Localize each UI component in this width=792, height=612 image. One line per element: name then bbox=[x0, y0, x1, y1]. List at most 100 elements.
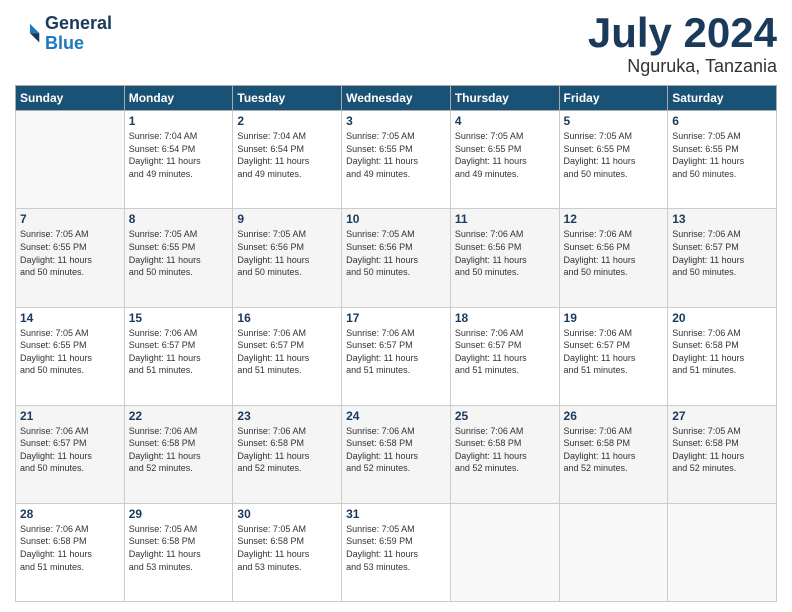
col-tuesday: Tuesday bbox=[233, 86, 342, 111]
cell-1-7: 6 Sunrise: 7:05 AM Sunset: 6:55 PM Daylig… bbox=[668, 111, 777, 209]
cell-2-2: 8 Sunrise: 7:05 AM Sunset: 6:55 PM Daylig… bbox=[124, 209, 233, 307]
day-number: 23 bbox=[237, 409, 337, 423]
day-info: Sunrise: 7:06 AM Sunset: 6:57 PM Dayligh… bbox=[20, 425, 120, 475]
day-info: Sunrise: 7:05 AM Sunset: 6:59 PM Dayligh… bbox=[346, 523, 446, 573]
calendar-table: Sunday Monday Tuesday Wednesday Thursday… bbox=[15, 85, 777, 602]
day-number: 24 bbox=[346, 409, 446, 423]
day-info: Sunrise: 7:05 AM Sunset: 6:55 PM Dayligh… bbox=[455, 130, 555, 180]
day-info: Sunrise: 7:05 AM Sunset: 6:55 PM Dayligh… bbox=[672, 130, 772, 180]
day-info: Sunrise: 7:05 AM Sunset: 6:58 PM Dayligh… bbox=[672, 425, 772, 475]
day-info: Sunrise: 7:04 AM Sunset: 6:54 PM Dayligh… bbox=[129, 130, 229, 180]
cell-5-4: 31 Sunrise: 7:05 AM Sunset: 6:59 PM Dayli… bbox=[342, 503, 451, 601]
day-info: Sunrise: 7:06 AM Sunset: 6:58 PM Dayligh… bbox=[672, 327, 772, 377]
day-number: 12 bbox=[564, 212, 664, 226]
day-number: 16 bbox=[237, 311, 337, 325]
cell-2-5: 11Sunrise: 7:06 AM Sunset: 6:56 PM Dayli… bbox=[450, 209, 559, 307]
col-monday: Monday bbox=[124, 86, 233, 111]
day-number: 2 bbox=[237, 114, 337, 128]
day-info: Sunrise: 7:05 AM Sunset: 6:55 PM Dayligh… bbox=[346, 130, 446, 180]
day-number: 18 bbox=[455, 311, 555, 325]
cell-1-1 bbox=[16, 111, 125, 209]
cell-1-2: 1Sunrise: 7:04 AM Sunset: 6:54 PM Daylig… bbox=[124, 111, 233, 209]
cell-4-3: 23 Sunrise: 7:06 AM Sunset: 6:58 PM Dayli… bbox=[233, 405, 342, 503]
cell-2-3: 9Sunrise: 7:05 AM Sunset: 6:56 PM Daylig… bbox=[233, 209, 342, 307]
calendar-page: General Blue July 2024 Nguruka, Tanzania… bbox=[0, 0, 792, 612]
col-thursday: Thursday bbox=[450, 86, 559, 111]
day-number: 14 bbox=[20, 311, 120, 325]
day-info: Sunrise: 7:05 AM Sunset: 6:55 PM Dayligh… bbox=[20, 228, 120, 278]
day-info: Sunrise: 7:06 AM Sunset: 6:58 PM Dayligh… bbox=[564, 425, 664, 475]
day-number: 15 bbox=[129, 311, 229, 325]
cell-3-3: 16Sunrise: 7:06 AM Sunset: 6:57 PM Dayli… bbox=[233, 307, 342, 405]
week-row-4: 21 Sunrise: 7:06 AM Sunset: 6:57 PM Dayli… bbox=[16, 405, 777, 503]
day-number: 8 bbox=[129, 212, 229, 226]
logo: General Blue bbox=[15, 14, 112, 54]
day-number: 29 bbox=[129, 507, 229, 521]
cell-2-4: 10 Sunrise: 7:05 AM Sunset: 6:56 PM Dayli… bbox=[342, 209, 451, 307]
day-info: Sunrise: 7:06 AM Sunset: 6:57 PM Dayligh… bbox=[564, 327, 664, 377]
cell-1-3: 2 Sunrise: 7:04 AM Sunset: 6:54 PM Daylig… bbox=[233, 111, 342, 209]
logo-icon bbox=[15, 20, 43, 48]
day-info: Sunrise: 7:05 AM Sunset: 6:58 PM Dayligh… bbox=[237, 523, 337, 573]
cell-3-7: 20 Sunrise: 7:06 AM Sunset: 6:58 PM Dayli… bbox=[668, 307, 777, 405]
day-number: 31 bbox=[346, 507, 446, 521]
header-row: Sunday Monday Tuesday Wednesday Thursday… bbox=[16, 86, 777, 111]
col-wednesday: Wednesday bbox=[342, 86, 451, 111]
day-number: 4 bbox=[455, 114, 555, 128]
day-info: Sunrise: 7:04 AM Sunset: 6:54 PM Dayligh… bbox=[237, 130, 337, 180]
day-info: Sunrise: 7:06 AM Sunset: 6:58 PM Dayligh… bbox=[129, 425, 229, 475]
day-number: 13 bbox=[672, 212, 772, 226]
day-number: 28 bbox=[20, 507, 120, 521]
title-section: July 2024 Nguruka, Tanzania bbox=[588, 10, 777, 77]
cell-4-7: 27Sunrise: 7:05 AM Sunset: 6:58 PM Dayli… bbox=[668, 405, 777, 503]
day-info: Sunrise: 7:06 AM Sunset: 6:58 PM Dayligh… bbox=[20, 523, 120, 573]
cell-4-4: 24 Sunrise: 7:06 AM Sunset: 6:58 PM Dayli… bbox=[342, 405, 451, 503]
day-info: Sunrise: 7:05 AM Sunset: 6:55 PM Dayligh… bbox=[564, 130, 664, 180]
cell-3-6: 19 Sunrise: 7:06 AM Sunset: 6:57 PM Dayli… bbox=[559, 307, 668, 405]
cell-2-6: 12 Sunrise: 7:06 AM Sunset: 6:56 PM Dayli… bbox=[559, 209, 668, 307]
day-number: 21 bbox=[20, 409, 120, 423]
day-info: Sunrise: 7:06 AM Sunset: 6:58 PM Dayligh… bbox=[237, 425, 337, 475]
day-number: 9 bbox=[237, 212, 337, 226]
calendar-title: July 2024 bbox=[588, 10, 777, 56]
cell-5-6 bbox=[559, 503, 668, 601]
col-saturday: Saturday bbox=[668, 86, 777, 111]
day-info: Sunrise: 7:06 AM Sunset: 6:56 PM Dayligh… bbox=[455, 228, 555, 278]
cell-1-4: 3 Sunrise: 7:05 AM Sunset: 6:55 PM Daylig… bbox=[342, 111, 451, 209]
day-info: Sunrise: 7:06 AM Sunset: 6:56 PM Dayligh… bbox=[564, 228, 664, 278]
cell-5-5 bbox=[450, 503, 559, 601]
cell-5-1: 28 Sunrise: 7:06 AM Sunset: 6:58 PM Dayli… bbox=[16, 503, 125, 601]
cell-3-1: 14Sunrise: 7:05 AM Sunset: 6:55 PM Dayli… bbox=[16, 307, 125, 405]
logo-text: General Blue bbox=[45, 14, 112, 54]
header: General Blue July 2024 Nguruka, Tanzania bbox=[15, 10, 777, 77]
day-info: Sunrise: 7:06 AM Sunset: 6:57 PM Dayligh… bbox=[129, 327, 229, 377]
day-info: Sunrise: 7:05 AM Sunset: 6:58 PM Dayligh… bbox=[129, 523, 229, 573]
day-info: Sunrise: 7:06 AM Sunset: 6:58 PM Dayligh… bbox=[455, 425, 555, 475]
day-number: 17 bbox=[346, 311, 446, 325]
cell-5-7 bbox=[668, 503, 777, 601]
cell-3-5: 18Sunrise: 7:06 AM Sunset: 6:57 PM Dayli… bbox=[450, 307, 559, 405]
week-row-1: 1Sunrise: 7:04 AM Sunset: 6:54 PM Daylig… bbox=[16, 111, 777, 209]
cell-3-2: 15 Sunrise: 7:06 AM Sunset: 6:57 PM Dayli… bbox=[124, 307, 233, 405]
day-number: 7 bbox=[20, 212, 120, 226]
cell-4-2: 22Sunrise: 7:06 AM Sunset: 6:58 PM Dayli… bbox=[124, 405, 233, 503]
week-row-3: 14Sunrise: 7:05 AM Sunset: 6:55 PM Dayli… bbox=[16, 307, 777, 405]
day-number: 20 bbox=[672, 311, 772, 325]
week-row-5: 28 Sunrise: 7:06 AM Sunset: 6:58 PM Dayli… bbox=[16, 503, 777, 601]
cell-4-5: 25 Sunrise: 7:06 AM Sunset: 6:58 PM Dayli… bbox=[450, 405, 559, 503]
day-number: 5 bbox=[564, 114, 664, 128]
day-info: Sunrise: 7:05 AM Sunset: 6:55 PM Dayligh… bbox=[129, 228, 229, 278]
col-friday: Friday bbox=[559, 86, 668, 111]
day-number: 6 bbox=[672, 114, 772, 128]
day-info: Sunrise: 7:05 AM Sunset: 6:56 PM Dayligh… bbox=[346, 228, 446, 278]
day-number: 10 bbox=[346, 212, 446, 226]
day-number: 25 bbox=[455, 409, 555, 423]
day-info: Sunrise: 7:06 AM Sunset: 6:58 PM Dayligh… bbox=[346, 425, 446, 475]
cell-4-6: 26Sunrise: 7:06 AM Sunset: 6:58 PM Dayli… bbox=[559, 405, 668, 503]
day-number: 3 bbox=[346, 114, 446, 128]
cell-5-3: 30Sunrise: 7:05 AM Sunset: 6:58 PM Dayli… bbox=[233, 503, 342, 601]
cell-1-5: 4 Sunrise: 7:05 AM Sunset: 6:55 PM Daylig… bbox=[450, 111, 559, 209]
week-row-2: 7 Sunrise: 7:05 AM Sunset: 6:55 PM Daylig… bbox=[16, 209, 777, 307]
day-info: Sunrise: 7:06 AM Sunset: 6:57 PM Dayligh… bbox=[672, 228, 772, 278]
day-number: 19 bbox=[564, 311, 664, 325]
